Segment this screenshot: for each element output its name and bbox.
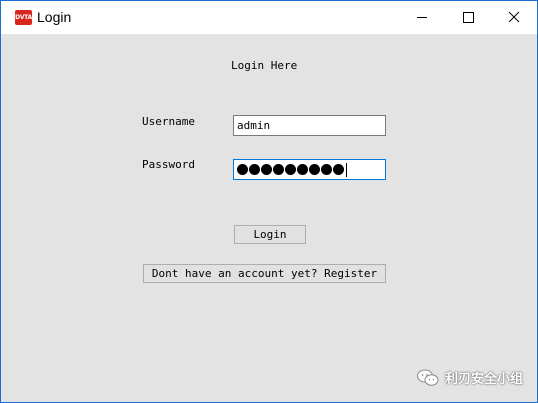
maximize-button[interactable] [445,1,491,34]
password-dot [237,164,248,175]
title-bar[interactable]: DVTA Login [1,1,537,34]
password-field[interactable] [233,159,386,180]
close-button[interactable] [491,1,537,34]
login-window: DVTA Login Login Here Username admin Pas… [0,0,538,403]
text-caret [346,162,347,177]
minimize-icon [417,17,427,18]
maximize-icon [463,12,474,23]
password-dot [249,164,260,175]
password-dot [285,164,296,175]
minimize-button[interactable] [399,1,445,34]
login-button[interactable]: Login [234,225,306,244]
password-dot [297,164,308,175]
wechat-icon [417,369,439,387]
password-dot [261,164,272,175]
form-heading: Login Here [231,59,298,72]
username-label: Username [142,115,195,128]
password-dot [333,164,344,175]
window-title: Login [37,9,72,25]
close-icon [508,11,520,23]
password-dot [273,164,284,175]
username-value: admin [237,119,271,132]
password-dot [321,164,332,175]
watermark-text: 利刃安全小组 [445,372,524,387]
username-field[interactable]: admin [233,115,386,136]
password-dot [309,164,320,175]
register-button[interactable]: Dont have an account yet? Register [143,264,386,283]
app-icon: DVTA [15,10,32,25]
password-mask [237,161,347,178]
password-label: Password [142,158,195,171]
watermark: 利刃安全小组 [417,368,523,387]
